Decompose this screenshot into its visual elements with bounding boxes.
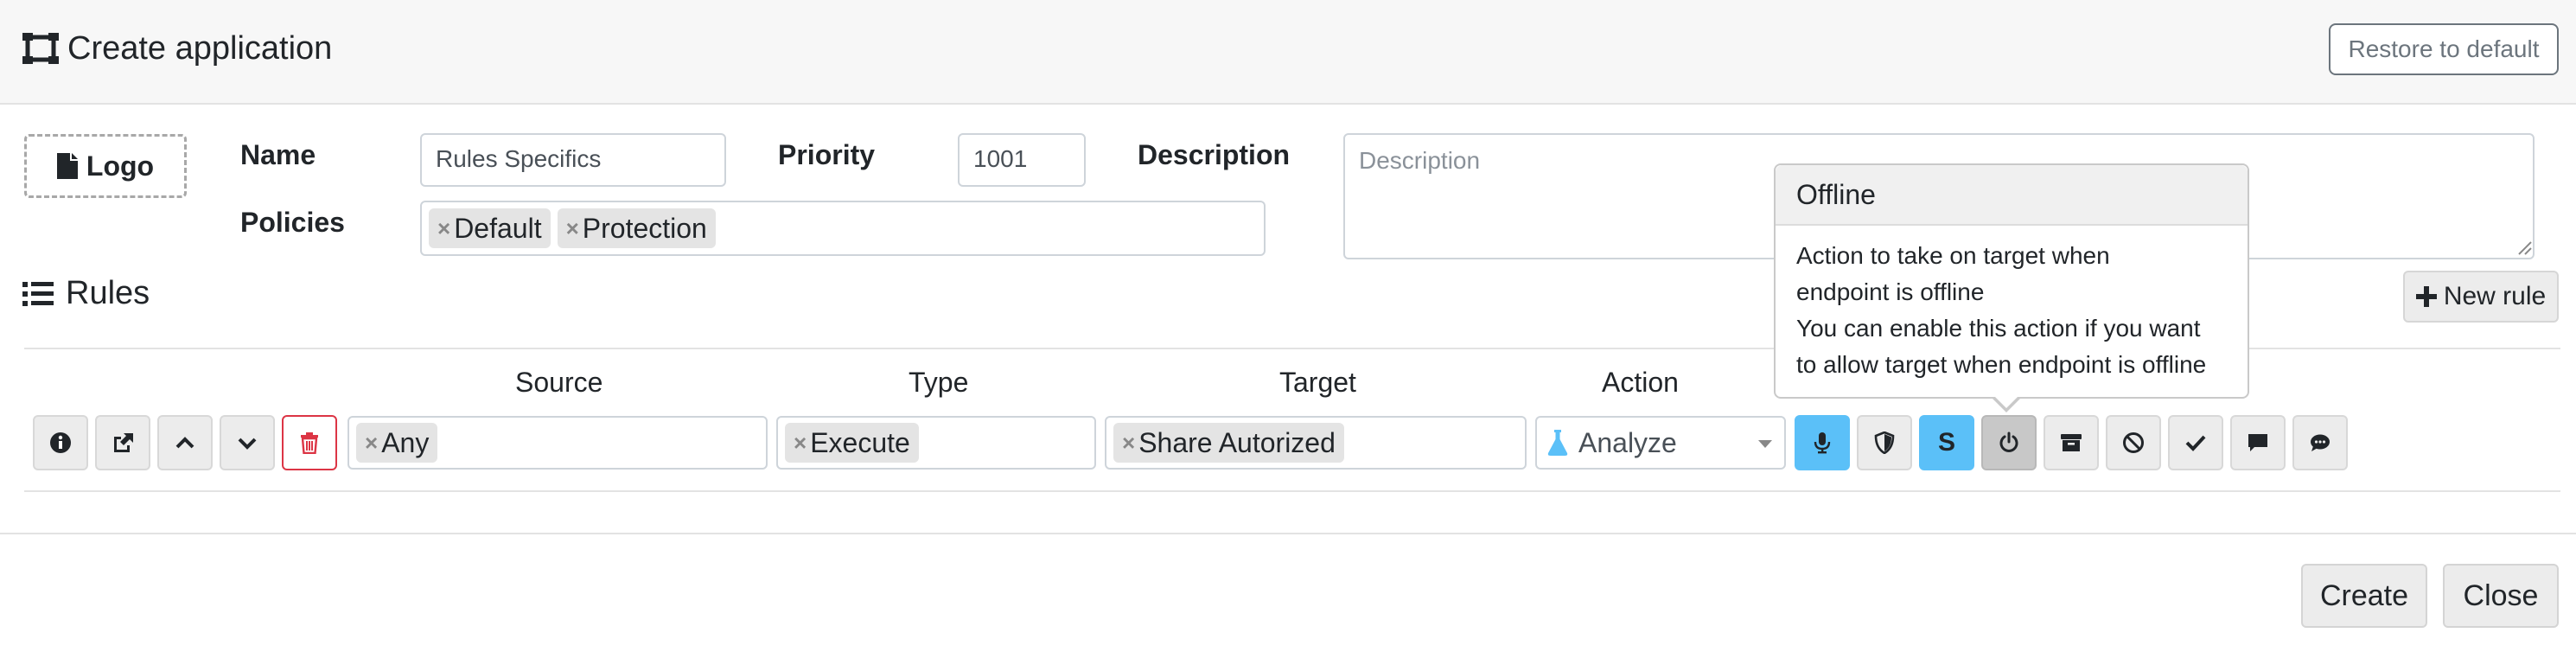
priority-label: Priority xyxy=(778,139,876,170)
option-archive-button[interactable] xyxy=(2044,415,2099,470)
option-message-button[interactable] xyxy=(2230,415,2286,470)
rules-heading: Rules xyxy=(22,275,150,312)
popover-title: Offline xyxy=(1776,165,2248,226)
option-s-button[interactable]: S xyxy=(1919,415,1974,470)
create-button[interactable]: Create xyxy=(2301,564,2427,628)
logo-label: Logo xyxy=(86,150,155,182)
target-select[interactable]: × Share Autorized xyxy=(1105,416,1527,470)
policies-select[interactable]: × Default × Protection xyxy=(420,201,1266,256)
popover-line: to allow target when endpoint is offline xyxy=(1796,351,2207,378)
popover-body: Action to take on target when endpoint i… xyxy=(1776,226,2248,383)
offline-popover: Offline Action to take on target when en… xyxy=(1774,163,2249,412)
rules-heading-label: Rules xyxy=(66,275,150,311)
new-rule-label: New rule xyxy=(2443,282,2547,310)
name-input[interactable]: Rules Specifics xyxy=(420,133,726,187)
comment-icon xyxy=(2248,434,2267,451)
chevron-down-icon xyxy=(238,438,257,450)
remove-tag-icon[interactable]: × xyxy=(365,430,378,457)
check-icon xyxy=(2185,435,2206,451)
comments-icon xyxy=(2311,434,2330,451)
option-chat-button[interactable] xyxy=(2292,415,2348,470)
rules-divider-bottom xyxy=(24,490,2560,492)
popover-line: Action to take on target when xyxy=(1796,242,2110,269)
option-s-label: S xyxy=(1937,428,1955,457)
modal-title: Create application xyxy=(67,30,333,67)
source-tag-label: Any xyxy=(381,426,430,458)
shield-icon xyxy=(1874,431,1895,454)
resize-grip-icon[interactable] xyxy=(2517,240,2533,256)
rule-export-button[interactable] xyxy=(95,415,150,470)
name-label: Name xyxy=(240,139,316,170)
chevron-up-icon xyxy=(175,437,194,449)
application-icon xyxy=(22,33,59,64)
source-tag: × Any xyxy=(356,423,438,463)
info-icon xyxy=(50,432,71,453)
option-shield-button[interactable] xyxy=(1857,415,1912,470)
policy-tag: × Protection xyxy=(557,208,716,248)
action-select[interactable]: Analyze xyxy=(1535,416,1786,470)
rule-move-down-button[interactable] xyxy=(220,415,275,470)
list-icon xyxy=(22,281,54,306)
rule-move-up-button[interactable] xyxy=(157,415,213,470)
remove-tag-icon[interactable]: × xyxy=(1122,430,1135,457)
popover-line: You can enable this action if you want xyxy=(1796,315,2201,342)
popover-arrow-fill xyxy=(1995,397,2018,408)
power-icon xyxy=(1999,431,2018,452)
create-application-modal: Create application Restore to default Lo… xyxy=(0,0,2576,652)
popover-line: endpoint is offline xyxy=(1796,278,1985,305)
option-offline-button[interactable] xyxy=(1981,415,2037,470)
rule-info-button[interactable] xyxy=(33,415,88,470)
modal-header: Create application Restore to default xyxy=(0,0,2576,105)
archive-icon xyxy=(2061,434,2082,451)
remove-tag-icon[interactable]: × xyxy=(566,215,579,242)
remove-tag-icon[interactable]: × xyxy=(437,215,450,242)
description-label: Description xyxy=(1138,139,1291,170)
chevron-down-icon xyxy=(1758,440,1772,448)
priority-input[interactable]: 1001 xyxy=(958,133,1086,187)
policy-tag-label: Protection xyxy=(582,212,707,244)
target-tag-label: Share Autorized xyxy=(1138,426,1336,458)
source-select[interactable]: × Any xyxy=(348,416,768,470)
option-microphone-button[interactable] xyxy=(1795,415,1850,470)
new-rule-button[interactable]: New rule xyxy=(2403,271,2559,323)
column-action: Action xyxy=(1602,367,1679,398)
target-tag: × Share Autorized xyxy=(1113,423,1344,463)
policy-tag-label: Default xyxy=(454,212,542,244)
type-tag: × Execute xyxy=(785,423,919,463)
option-allow-button[interactable] xyxy=(2168,415,2223,470)
column-source: Source xyxy=(515,367,603,398)
rule-delete-button[interactable] xyxy=(282,415,337,470)
remove-tag-icon[interactable]: × xyxy=(794,430,807,457)
share-icon xyxy=(114,433,133,452)
modal-footer-divider xyxy=(0,533,2576,534)
microphone-icon xyxy=(1814,432,1831,454)
ban-icon xyxy=(2123,432,2144,453)
flask-icon xyxy=(1547,430,1568,456)
type-tag-label: Execute xyxy=(810,426,910,458)
restore-default-button[interactable]: Restore to default xyxy=(2329,23,2559,75)
column-type: Type xyxy=(909,367,969,398)
file-icon xyxy=(56,153,78,179)
column-target: Target xyxy=(1279,367,1356,398)
policy-tag: × Default xyxy=(429,208,551,248)
policies-label: Policies xyxy=(240,207,345,238)
plus-icon xyxy=(2415,286,2437,307)
logo-upload[interactable]: Logo xyxy=(24,134,187,198)
option-block-button[interactable] xyxy=(2106,415,2161,470)
type-select[interactable]: × Execute xyxy=(776,416,1096,470)
trash-icon xyxy=(301,432,318,454)
action-value: Analyze xyxy=(1578,426,1677,458)
close-button[interactable]: Close xyxy=(2443,564,2559,628)
